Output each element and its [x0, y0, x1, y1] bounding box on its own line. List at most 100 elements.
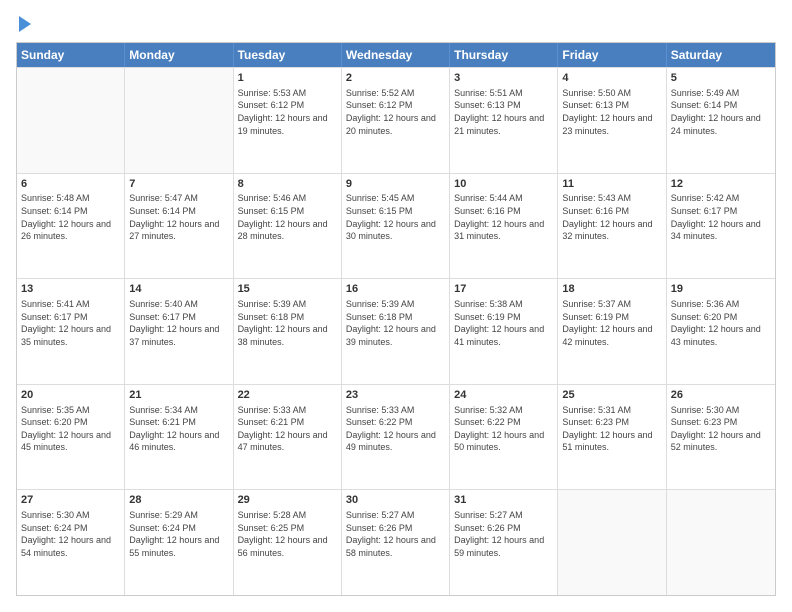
- cell-info: Sunrise: 5:46 AM Sunset: 6:15 PM Dayligh…: [238, 192, 337, 242]
- day-number: 10: [454, 177, 553, 192]
- day-number: 30: [346, 493, 445, 508]
- cal-cell-r1-c0: 6Sunrise: 5:48 AM Sunset: 6:14 PM Daylig…: [17, 174, 125, 279]
- cal-cell-r1-c5: 11Sunrise: 5:43 AM Sunset: 6:16 PM Dayli…: [558, 174, 666, 279]
- cell-info: Sunrise: 5:50 AM Sunset: 6:13 PM Dayligh…: [562, 87, 661, 137]
- cal-header-tuesday: Tuesday: [234, 43, 342, 67]
- cell-info: Sunrise: 5:29 AM Sunset: 6:24 PM Dayligh…: [129, 509, 228, 559]
- day-number: 27: [21, 493, 120, 508]
- cal-cell-r0-c5: 4Sunrise: 5:50 AM Sunset: 6:13 PM Daylig…: [558, 68, 666, 173]
- cell-info: Sunrise: 5:31 AM Sunset: 6:23 PM Dayligh…: [562, 404, 661, 454]
- cell-info: Sunrise: 5:35 AM Sunset: 6:20 PM Dayligh…: [21, 404, 120, 454]
- day-number: 24: [454, 388, 553, 403]
- cal-cell-r4-c3: 30Sunrise: 5:27 AM Sunset: 6:26 PM Dayli…: [342, 490, 450, 595]
- cal-cell-r3-c0: 20Sunrise: 5:35 AM Sunset: 6:20 PM Dayli…: [17, 385, 125, 490]
- cell-info: Sunrise: 5:36 AM Sunset: 6:20 PM Dayligh…: [671, 298, 771, 348]
- cal-cell-r4-c2: 29Sunrise: 5:28 AM Sunset: 6:25 PM Dayli…: [234, 490, 342, 595]
- cal-cell-r4-c6: [667, 490, 775, 595]
- cell-info: Sunrise: 5:41 AM Sunset: 6:17 PM Dayligh…: [21, 298, 120, 348]
- day-number: 2: [346, 71, 445, 86]
- cell-info: Sunrise: 5:43 AM Sunset: 6:16 PM Dayligh…: [562, 192, 661, 242]
- day-number: 17: [454, 282, 553, 297]
- cal-cell-r0-c6: 5Sunrise: 5:49 AM Sunset: 6:14 PM Daylig…: [667, 68, 775, 173]
- cell-info: Sunrise: 5:30 AM Sunset: 6:24 PM Dayligh…: [21, 509, 120, 559]
- cal-row-2: 13Sunrise: 5:41 AM Sunset: 6:17 PM Dayli…: [17, 278, 775, 384]
- header: [16, 16, 776, 32]
- cal-cell-r4-c4: 31Sunrise: 5:27 AM Sunset: 6:26 PM Dayli…: [450, 490, 558, 595]
- cal-cell-r0-c3: 2Sunrise: 5:52 AM Sunset: 6:12 PM Daylig…: [342, 68, 450, 173]
- cal-cell-r1-c3: 9Sunrise: 5:45 AM Sunset: 6:15 PM Daylig…: [342, 174, 450, 279]
- day-number: 1: [238, 71, 337, 86]
- day-number: 20: [21, 388, 120, 403]
- day-number: 13: [21, 282, 120, 297]
- cal-cell-r2-c2: 15Sunrise: 5:39 AM Sunset: 6:18 PM Dayli…: [234, 279, 342, 384]
- cal-cell-r0-c0: [17, 68, 125, 173]
- cal-header-friday: Friday: [558, 43, 666, 67]
- cal-cell-r0-c2: 1Sunrise: 5:53 AM Sunset: 6:12 PM Daylig…: [234, 68, 342, 173]
- cal-cell-r1-c4: 10Sunrise: 5:44 AM Sunset: 6:16 PM Dayli…: [450, 174, 558, 279]
- calendar: SundayMondayTuesdayWednesdayThursdayFrid…: [16, 42, 776, 596]
- cell-info: Sunrise: 5:33 AM Sunset: 6:22 PM Dayligh…: [346, 404, 445, 454]
- day-number: 25: [562, 388, 661, 403]
- cell-info: Sunrise: 5:49 AM Sunset: 6:14 PM Dayligh…: [671, 87, 771, 137]
- day-number: 7: [129, 177, 228, 192]
- cal-cell-r2-c1: 14Sunrise: 5:40 AM Sunset: 6:17 PM Dayli…: [125, 279, 233, 384]
- day-number: 14: [129, 282, 228, 297]
- cell-info: Sunrise: 5:28 AM Sunset: 6:25 PM Dayligh…: [238, 509, 337, 559]
- day-number: 11: [562, 177, 661, 192]
- cal-cell-r3-c2: 22Sunrise: 5:33 AM Sunset: 6:21 PM Dayli…: [234, 385, 342, 490]
- cal-cell-r2-c6: 19Sunrise: 5:36 AM Sunset: 6:20 PM Dayli…: [667, 279, 775, 384]
- cell-info: Sunrise: 5:51 AM Sunset: 6:13 PM Dayligh…: [454, 87, 553, 137]
- day-number: 6: [21, 177, 120, 192]
- cell-info: Sunrise: 5:47 AM Sunset: 6:14 PM Dayligh…: [129, 192, 228, 242]
- day-number: 9: [346, 177, 445, 192]
- day-number: 23: [346, 388, 445, 403]
- cell-info: Sunrise: 5:39 AM Sunset: 6:18 PM Dayligh…: [238, 298, 337, 348]
- day-number: 18: [562, 282, 661, 297]
- cal-cell-r2-c0: 13Sunrise: 5:41 AM Sunset: 6:17 PM Dayli…: [17, 279, 125, 384]
- day-number: 29: [238, 493, 337, 508]
- cell-info: Sunrise: 5:48 AM Sunset: 6:14 PM Dayligh…: [21, 192, 120, 242]
- cal-cell-r2-c5: 18Sunrise: 5:37 AM Sunset: 6:19 PM Dayli…: [558, 279, 666, 384]
- cal-header-sunday: Sunday: [17, 43, 125, 67]
- cal-cell-r3-c4: 24Sunrise: 5:32 AM Sunset: 6:22 PM Dayli…: [450, 385, 558, 490]
- cell-info: Sunrise: 5:38 AM Sunset: 6:19 PM Dayligh…: [454, 298, 553, 348]
- day-number: 31: [454, 493, 553, 508]
- cell-info: Sunrise: 5:52 AM Sunset: 6:12 PM Dayligh…: [346, 87, 445, 137]
- day-number: 4: [562, 71, 661, 86]
- day-number: 15: [238, 282, 337, 297]
- cal-cell-r0-c4: 3Sunrise: 5:51 AM Sunset: 6:13 PM Daylig…: [450, 68, 558, 173]
- cal-header-thursday: Thursday: [450, 43, 558, 67]
- day-number: 16: [346, 282, 445, 297]
- cal-cell-r0-c1: [125, 68, 233, 173]
- cell-info: Sunrise: 5:37 AM Sunset: 6:19 PM Dayligh…: [562, 298, 661, 348]
- cal-cell-r2-c3: 16Sunrise: 5:39 AM Sunset: 6:18 PM Dayli…: [342, 279, 450, 384]
- day-number: 19: [671, 282, 771, 297]
- cal-cell-r4-c1: 28Sunrise: 5:29 AM Sunset: 6:24 PM Dayli…: [125, 490, 233, 595]
- cal-cell-r4-c0: 27Sunrise: 5:30 AM Sunset: 6:24 PM Dayli…: [17, 490, 125, 595]
- cell-info: Sunrise: 5:53 AM Sunset: 6:12 PM Dayligh…: [238, 87, 337, 137]
- cell-info: Sunrise: 5:30 AM Sunset: 6:23 PM Dayligh…: [671, 404, 771, 454]
- cal-cell-r1-c2: 8Sunrise: 5:46 AM Sunset: 6:15 PM Daylig…: [234, 174, 342, 279]
- cal-row-0: 1Sunrise: 5:53 AM Sunset: 6:12 PM Daylig…: [17, 67, 775, 173]
- day-number: 22: [238, 388, 337, 403]
- calendar-header: SundayMondayTuesdayWednesdayThursdayFrid…: [17, 43, 775, 67]
- cell-info: Sunrise: 5:33 AM Sunset: 6:21 PM Dayligh…: [238, 404, 337, 454]
- day-number: 5: [671, 71, 771, 86]
- day-number: 3: [454, 71, 553, 86]
- cal-header-monday: Monday: [125, 43, 233, 67]
- cal-cell-r3-c5: 25Sunrise: 5:31 AM Sunset: 6:23 PM Dayli…: [558, 385, 666, 490]
- cal-cell-r4-c5: [558, 490, 666, 595]
- cell-info: Sunrise: 5:39 AM Sunset: 6:18 PM Dayligh…: [346, 298, 445, 348]
- cal-row-3: 20Sunrise: 5:35 AM Sunset: 6:20 PM Dayli…: [17, 384, 775, 490]
- calendar-body: 1Sunrise: 5:53 AM Sunset: 6:12 PM Daylig…: [17, 67, 775, 595]
- day-number: 8: [238, 177, 337, 192]
- day-number: 21: [129, 388, 228, 403]
- cal-cell-r2-c4: 17Sunrise: 5:38 AM Sunset: 6:19 PM Dayli…: [450, 279, 558, 384]
- cal-header-wednesday: Wednesday: [342, 43, 450, 67]
- cal-row-4: 27Sunrise: 5:30 AM Sunset: 6:24 PM Dayli…: [17, 489, 775, 595]
- logo-arrow-icon: [19, 16, 31, 32]
- page: SundayMondayTuesdayWednesdayThursdayFrid…: [0, 0, 792, 612]
- cell-info: Sunrise: 5:44 AM Sunset: 6:16 PM Dayligh…: [454, 192, 553, 242]
- cell-info: Sunrise: 5:42 AM Sunset: 6:17 PM Dayligh…: [671, 192, 771, 242]
- cal-cell-r3-c6: 26Sunrise: 5:30 AM Sunset: 6:23 PM Dayli…: [667, 385, 775, 490]
